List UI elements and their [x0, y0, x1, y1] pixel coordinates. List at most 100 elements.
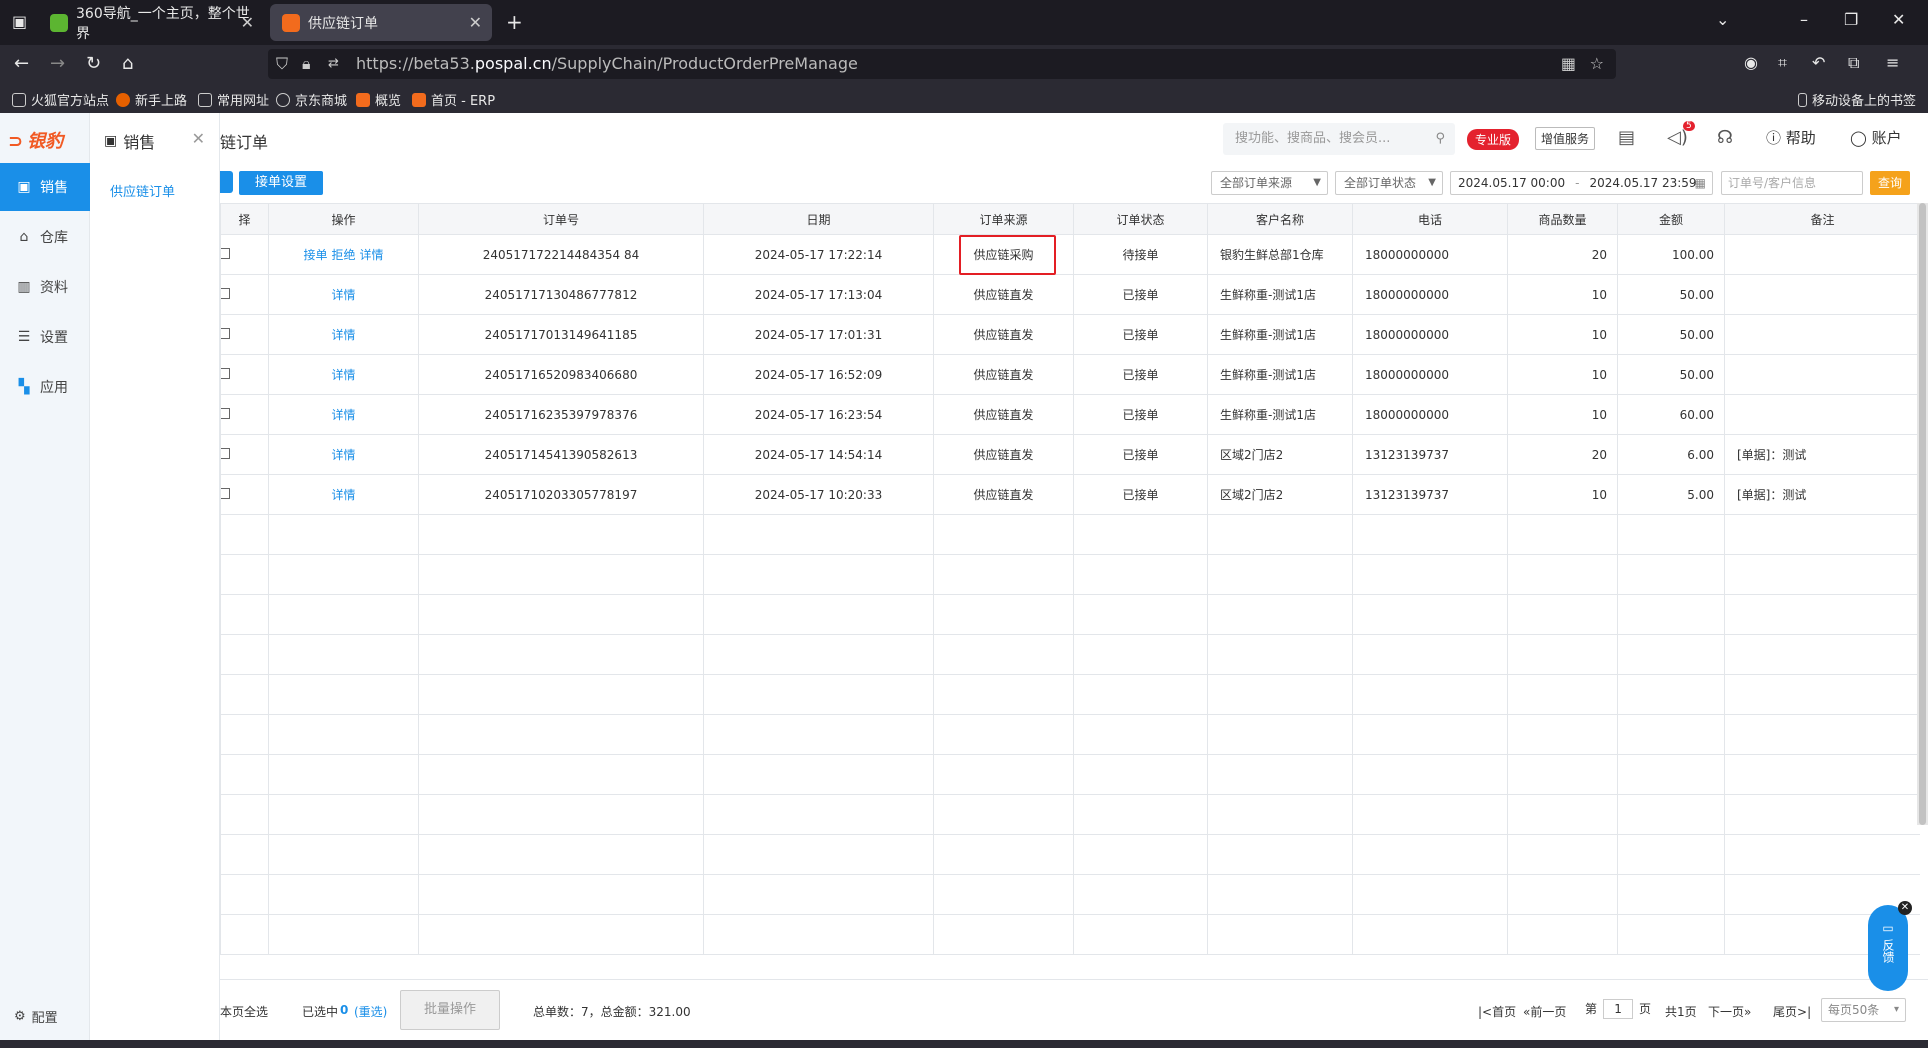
row-checkbox[interactable]: [221, 287, 230, 299]
bookmark-item[interactable]: 新手上路: [116, 90, 187, 109]
phone: 18000000000: [1352, 354, 1508, 395]
row-checkbox[interactable]: [221, 487, 230, 499]
phone: 18000000000: [1352, 314, 1508, 355]
sidebar-item-apps[interactable]: ▚ 应用: [0, 363, 90, 411]
reject-link[interactable]: 拒绝: [331, 248, 355, 262]
row-checkbox[interactable]: [221, 367, 230, 379]
table-row[interactable]: 详情 24051717130486777812 2024-05-17 17:13:0…: [220, 274, 1920, 315]
pro-version-badge[interactable]: 专业版: [1467, 129, 1520, 150]
back-icon[interactable]: ←: [14, 53, 29, 74]
help-link[interactable]: ⓘ 帮助: [1766, 127, 1816, 148]
crop-icon[interactable]: ⌗: [1778, 53, 1787, 73]
forward-icon[interactable]: →: [50, 53, 65, 74]
vertical-scrollbar[interactable]: [1917, 203, 1928, 825]
note: [1724, 274, 1920, 315]
mobile-bookmarks[interactable]: 移动设备上的书签: [1798, 90, 1916, 109]
order-status-select[interactable]: 全部订单状态 ▼: [1335, 171, 1443, 195]
row-checkbox[interactable]: [221, 327, 230, 339]
clipboard-icon[interactable]: ▤: [1618, 127, 1635, 148]
menu-icon[interactable]: ≡: [1886, 53, 1899, 72]
row-checkbox[interactable]: [221, 447, 230, 459]
tab-360[interactable]: 360导航_一个主页，整个世界 ✕: [38, 4, 264, 42]
row-checkbox[interactable]: [221, 247, 230, 259]
empty-cell: [1352, 754, 1508, 795]
chevron-down-icon[interactable]: ⌄: [1716, 10, 1729, 29]
empty-cell: [703, 554, 934, 595]
headset-icon[interactable]: ☊: [1717, 127, 1733, 148]
detail-link[interactable]: 详情: [331, 288, 355, 302]
amount: 60.00: [1617, 394, 1725, 435]
extensions-icon[interactable]: ⧉: [1848, 53, 1859, 73]
accept-settings-button[interactable]: 接单设置: [239, 171, 324, 195]
table-row[interactable]: 接单 拒绝 详情 240517172214484354 84 2024-05-17 17…: [220, 234, 1920, 275]
select-page-checkbox-label[interactable]: 本页全选: [220, 1003, 268, 1020]
new-tab-icon[interactable]: +: [506, 10, 523, 34]
order-source-select[interactable]: 全部订单来源 ▼: [1211, 171, 1328, 195]
first-page-link[interactable]: |<首页: [1478, 1003, 1516, 1020]
table-row[interactable]: 详情 24051710203305778197 2024-05-17 10:20:3…: [220, 474, 1920, 515]
row-checkbox[interactable]: [221, 407, 230, 419]
detail-link[interactable]: 详情: [331, 408, 355, 422]
close-icon[interactable]: ✕: [192, 129, 205, 148]
minimize-icon[interactable]: –: [1800, 10, 1808, 29]
accept-link[interactable]: 接单: [303, 248, 327, 262]
bookmark-item[interactable]: 首页 - ERP: [412, 90, 495, 109]
sidebar-item-sales[interactable]: ▣ 销售: [0, 163, 90, 211]
bookmark-item[interactable]: 常用网址: [198, 90, 269, 109]
url-bar[interactable]: ⛉ 🔒︎ ⇄ https://beta53.pospal.cn/SupplyCh…: [268, 49, 1616, 79]
bookmark-item[interactable]: 火狐官方站点: [12, 90, 109, 109]
table-row[interactable]: 详情 24051716235397978376 2024-05-17 16:23:5…: [220, 394, 1920, 435]
order-search-input[interactable]: 订单号/客户信息: [1721, 171, 1863, 195]
sidebar-item-settings[interactable]: ☰ 设置: [0, 313, 90, 361]
restore-icon[interactable]: ❐: [1844, 10, 1858, 29]
feedback-button[interactable]: ✕ ▭ 反馈: [1868, 901, 1912, 991]
next-page-link[interactable]: 下一页»: [1708, 1003, 1751, 1020]
tab-list-icon[interactable]: ▣: [12, 12, 27, 31]
page-number-input[interactable]: 1: [1603, 999, 1634, 1019]
permissions-icon[interactable]: ⇄: [328, 49, 339, 79]
toolbar-button-partial[interactable]: [220, 171, 233, 193]
detail-link[interactable]: 详情: [331, 488, 355, 502]
close-icon[interactable]: ✕: [241, 13, 254, 32]
search-icon[interactable]: ⚲: [1435, 123, 1445, 155]
query-button[interactable]: 查询: [1870, 171, 1910, 195]
scrollbar-thumb[interactable]: [1919, 203, 1926, 825]
home-icon[interactable]: ⌂: [122, 53, 133, 74]
empty-cell: [703, 634, 934, 675]
sidebar-item-warehouse[interactable]: ⌂ 仓库: [0, 213, 90, 261]
per-page-select[interactable]: 每页50条 ▾: [1821, 998, 1906, 1022]
last-page-link[interactable]: 尾页>|: [1773, 1003, 1811, 1020]
global-search-input[interactable]: 搜功能、搜商品、搜会员... ⚲: [1223, 123, 1455, 155]
empty-cell: [220, 714, 269, 755]
reload-icon[interactable]: ↻: [86, 53, 101, 74]
date-range-picker[interactable]: 2024.05.17 00:00-2024.05.17 23:59 ▦: [1450, 171, 1713, 195]
close-icon[interactable]: ✕: [1898, 901, 1912, 915]
tab-supply-chain[interactable]: 供应链订单 ✕: [270, 4, 492, 41]
undo-icon[interactable]: ↶: [1812, 53, 1825, 72]
value-added-services-button[interactable]: 增值服务: [1535, 127, 1596, 150]
detail-link[interactable]: 详情: [331, 368, 355, 382]
close-window-icon[interactable]: ✕: [1892, 10, 1905, 29]
sidebar-item-data[interactable]: ▥ 资料: [0, 263, 90, 311]
star-icon[interactable]: ☆: [1590, 49, 1604, 79]
close-icon[interactable]: ✕: [469, 13, 482, 32]
reselect-link[interactable]: (重选): [354, 1003, 387, 1020]
detail-link[interactable]: 详情: [331, 328, 355, 342]
qr-code-icon[interactable]: ▦: [1561, 49, 1576, 79]
detail-link[interactable]: 详情: [360, 248, 384, 262]
batch-operation-button[interactable]: 批量操作: [400, 990, 500, 1030]
order-number: 24051714541390582613: [418, 434, 704, 475]
table-row[interactable]: 详情 24051714541390582613 2024-05-17 14:54:1…: [220, 434, 1920, 475]
prev-page-link[interactable]: «前一页: [1523, 1003, 1566, 1020]
chat-icon: ▭: [1882, 921, 1894, 935]
detail-link[interactable]: 详情: [331, 448, 355, 462]
bookmark-item[interactable]: 概览: [356, 90, 401, 109]
account-link[interactable]: ◯ 账户: [1850, 127, 1902, 148]
table-row[interactable]: 详情 24051717013149641185 2024-05-17 17:01:3…: [220, 314, 1920, 355]
config-button[interactable]: ⚙ 配置: [14, 1007, 58, 1026]
account-icon[interactable]: ◉: [1744, 53, 1758, 72]
sub-item-supply-chain-orders[interactable]: 供应链订单: [110, 181, 175, 200]
table-row[interactable]: 详情 24051716520983406680 2024-05-17 16:52:0…: [220, 354, 1920, 395]
bookmark-item[interactable]: 京东商城: [276, 90, 347, 109]
customer-name: 生鲜称重-测试1店: [1207, 314, 1353, 355]
